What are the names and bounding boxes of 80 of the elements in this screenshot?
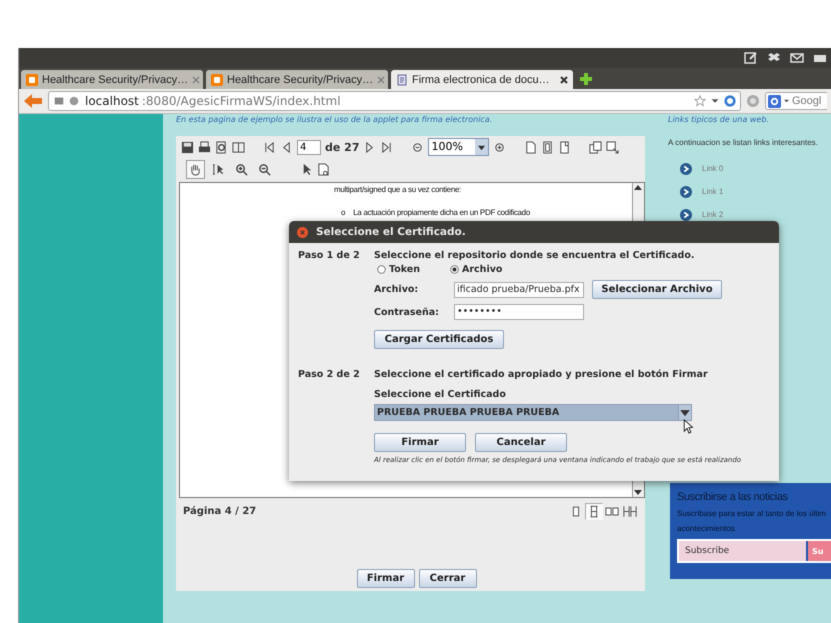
- tab-group-icon[interactable]: [53, 95, 65, 107]
- bullet-marker: o: [341, 208, 346, 217]
- step-label: Paso 2 de 2: [298, 369, 361, 380]
- intro-text: En esta pagina de ejemplo se ilustra el uso de la applet para firma electronica.: [176, 115, 494, 126]
- page-icon: [396, 74, 408, 86]
- load-certificates-button[interactable]: Cargar Certificados: [374, 330, 504, 349]
- browser-tab[interactable]: Healthcare Security/Privacy…: [21, 70, 203, 89]
- last-page-icon[interactable]: [380, 140, 394, 154]
- zoom-out-icon[interactable]: [411, 140, 424, 154]
- radio-button[interactable]: [450, 265, 460, 274]
- caret-icon[interactable]: [678, 405, 691, 420]
- search-engine-icon[interactable]: [768, 94, 781, 108]
- search-field[interactable]: Googl: [765, 92, 827, 110]
- scroll-down-icon[interactable]: [633, 487, 643, 497]
- browser-tab[interactable]: Healthcare Security/Privacy…: [206, 70, 388, 89]
- print-icon[interactable]: [198, 140, 211, 154]
- certificate-dropdown[interactable]: PRUEBA PRUEBA PRUEBA PRUEBA: [374, 404, 692, 421]
- chevron-icon: [680, 162, 692, 174]
- chevron-icon: [680, 186, 692, 198]
- step-instruction: Seleccione el repositorio donde se encuentra el Certificado.: [374, 250, 694, 261]
- document-icon[interactable]: [317, 162, 330, 176]
- zoom-in-icon[interactable]: [493, 140, 506, 154]
- field-label: Archivo:: [374, 284, 420, 295]
- zoom-in-icon[interactable]: [235, 162, 248, 176]
- sidebar-heading: Links tipicos de una web.: [668, 115, 770, 126]
- copy-icon[interactable]: [589, 140, 602, 154]
- edit-icon[interactable]: [744, 51, 758, 65]
- viewer-button[interactable]: Firmar: [356, 569, 414, 588]
- hand-tool[interactable]: [186, 160, 205, 178]
- field-label: Seleccione el Certificado: [374, 389, 507, 400]
- newsletter-title: Suscribirse a las noticias: [677, 491, 789, 503]
- back-arrow-icon[interactable]: [23, 93, 43, 109]
- page-status: Página 4 / 27: [183, 506, 256, 517]
- browser-tab[interactable]: Firma electronica de docu…: [391, 70, 573, 89]
- radio-button[interactable]: [377, 265, 386, 274]
- step-label: Paso 1 de 2: [298, 250, 361, 261]
- hand-icon[interactable]: [189, 162, 202, 176]
- book-icon[interactable]: [232, 140, 245, 154]
- export-icon[interactable]: [606, 140, 620, 154]
- preview-icon[interactable]: [215, 140, 228, 154]
- close-icon[interactable]: [560, 76, 568, 84]
- radio-label[interactable]: Token: [389, 264, 420, 275]
- mouse-cursor-icon: [683, 419, 693, 434]
- globe-icon: [68, 95, 80, 107]
- page-total: de 27: [325, 140, 360, 154]
- zoom-out-icon[interactable]: [258, 162, 271, 176]
- step-instruction: Seleccione el certificado apropiado y presione el botón Firmar: [374, 369, 708, 380]
- save-icon[interactable]: [181, 140, 194, 154]
- plus-icon[interactable]: [579, 72, 593, 86]
- newsletter-text: acontecimientos.: [677, 524, 738, 533]
- file-path-field[interactable]: ificado prueba/Prueba.pfx: [454, 282, 584, 298]
- dialog-title: Seleccione el Certificado.: [316, 226, 466, 238]
- caret-icon[interactable]: [477, 142, 486, 152]
- scroll-up-icon[interactable]: [633, 183, 643, 193]
- blog-icon: [211, 74, 223, 86]
- password-field[interactable]: ••••••••: [454, 304, 584, 320]
- dialog-button[interactable]: Cancelar: [475, 433, 567, 452]
- reload-icon[interactable]: [724, 95, 736, 107]
- viewer-button[interactable]: Cerrar: [418, 569, 476, 588]
- newsletter-text: Suscribase para estar al tanto de los últim: [677, 509, 827, 518]
- page-icon[interactable]: [524, 140, 538, 154]
- first-page-icon[interactable]: [263, 140, 276, 154]
- text-cursor-icon[interactable]: [212, 162, 225, 176]
- address-field[interactable]: localhost :8080/AgesicFirmaWS/index.html: [48, 91, 741, 111]
- email-field[interactable]: Subscribe: [679, 541, 806, 561]
- blog-icon: [26, 74, 38, 86]
- chevron-icon: [680, 208, 692, 220]
- document-text: multipart/signed que a su vez contiene:: [334, 185, 462, 194]
- sidebar-intro: A continuacion se listan links interesantes.: [668, 138, 819, 147]
- star-icon[interactable]: [694, 95, 706, 107]
- radio-label[interactable]: Archivo: [462, 264, 502, 275]
- dialog-button[interactable]: Firmar: [374, 433, 466, 452]
- zoom-dropdown[interactable]: 100%: [428, 138, 490, 156]
- document-text: La actuación propiamente dicha en un PDF codificado: [353, 208, 530, 217]
- select-file-button[interactable]: Seleccionar Archivo: [592, 280, 722, 299]
- mail-icon[interactable]: [790, 51, 804, 65]
- page-icon[interactable]: [541, 140, 554, 154]
- field-label: Contraseña:: [374, 306, 440, 318]
- page-number-field[interactable]: 4: [297, 140, 321, 154]
- page-icon[interactable]: [558, 140, 572, 154]
